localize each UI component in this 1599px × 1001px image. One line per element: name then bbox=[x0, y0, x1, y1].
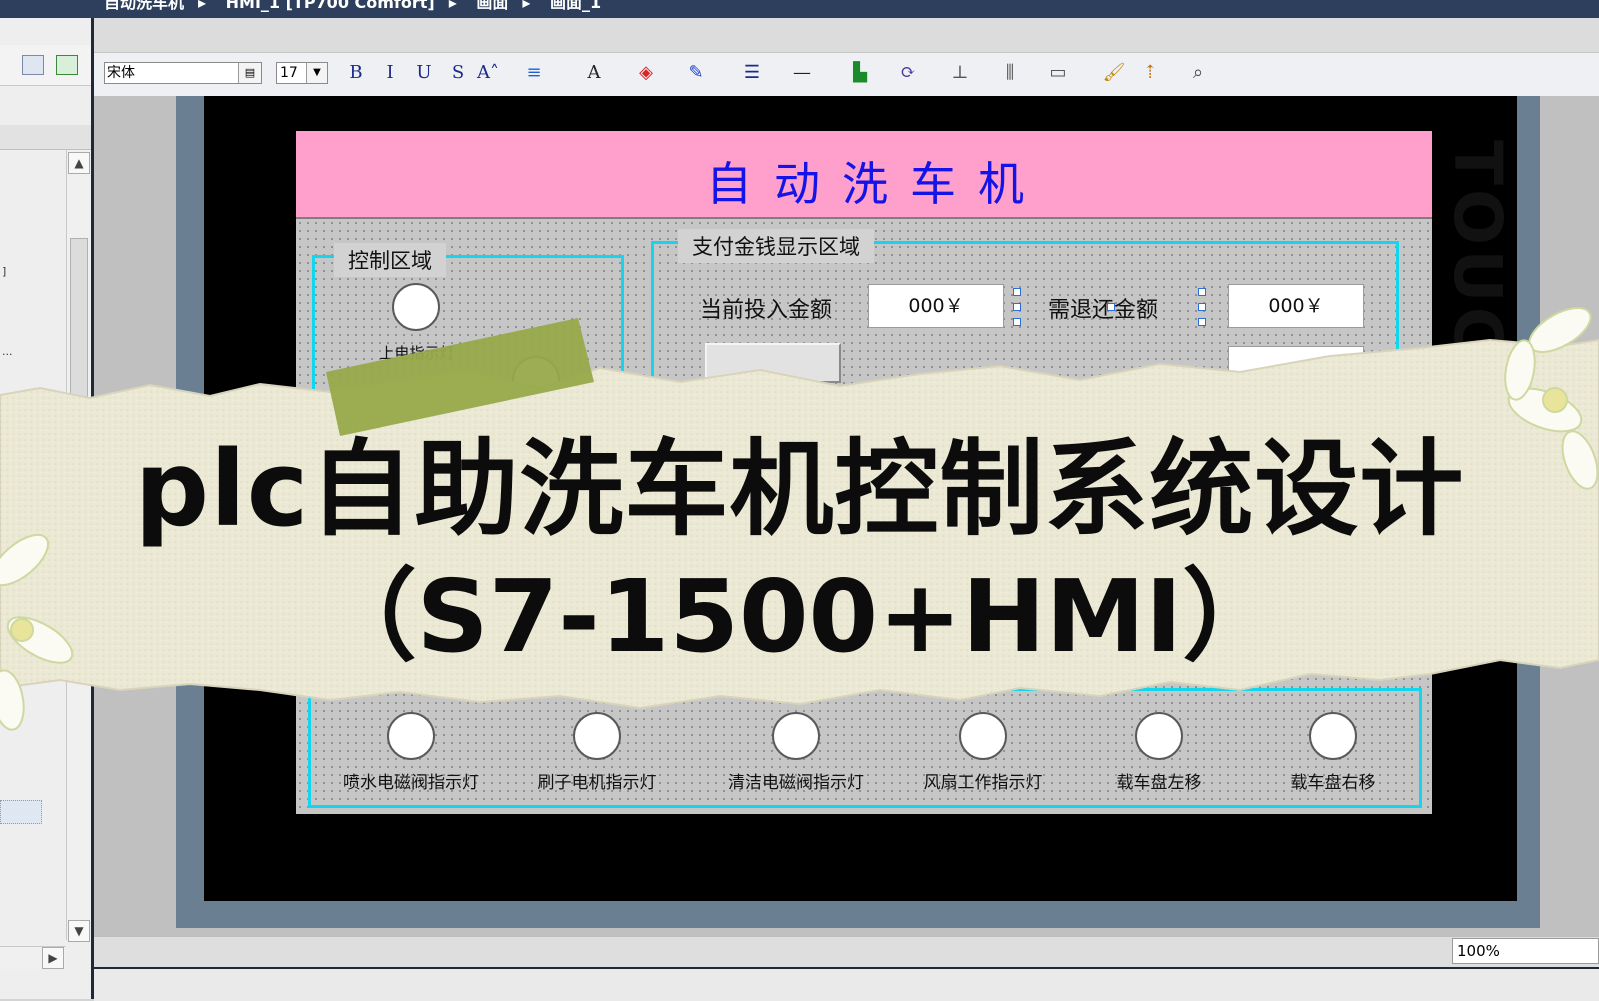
resize-handle[interactable] bbox=[1013, 303, 1021, 311]
font-color-icon[interactable]: A bbox=[580, 60, 608, 86]
scroll-right-icon[interactable]: ▶ bbox=[42, 947, 64, 969]
power-lamp-label[interactable]: 上电指示灯 bbox=[332, 342, 502, 363]
payment-button[interactable] bbox=[705, 343, 841, 383]
project-tree-toolbar bbox=[0, 45, 91, 86]
indicator-lamp[interactable] bbox=[573, 712, 621, 760]
indicator-lamp[interactable] bbox=[387, 712, 435, 760]
indicator-lamp-label[interactable]: 喷水电磁阀指示灯 bbox=[326, 768, 496, 793]
chevron-down-icon[interactable]: ▼ bbox=[306, 63, 327, 83]
font-family-value: 宋体 bbox=[107, 65, 135, 81]
tree-row-fragment: ... bbox=[2, 345, 13, 358]
bottom-panel-bar bbox=[94, 967, 1599, 1001]
font-grow-icon[interactable]: A˄ bbox=[474, 60, 502, 86]
breadcrumb-project[interactable]: 自动洗车机 bbox=[104, 0, 184, 12]
indicator-lamp-label[interactable]: 载车盘左移 bbox=[1074, 768, 1244, 793]
align-objects-icon[interactable]: ⊥ bbox=[946, 60, 974, 86]
project-tree-header bbox=[0, 125, 91, 150]
resize-handle[interactable] bbox=[1013, 288, 1021, 296]
tree-selected-row[interactable] bbox=[0, 800, 42, 824]
refund-amount-field[interactable]: 000￥ bbox=[1228, 284, 1364, 328]
italic-icon[interactable]: I bbox=[376, 60, 404, 86]
zoom-select-icon[interactable]: ⌕ bbox=[1184, 60, 1212, 86]
indicator-lamp-label[interactable]: 风扇工作指示灯 bbox=[898, 768, 1068, 793]
format-painter-icon[interactable]: 🖌 bbox=[1100, 60, 1128, 86]
payment-area-label[interactable]: 支付金钱显示区域 bbox=[678, 229, 874, 263]
refund-amount-label[interactable]: 需退还金额 bbox=[1048, 292, 1158, 324]
breadcrumb-screen[interactable]: 画面_1 bbox=[550, 0, 601, 12]
font-family-select[interactable]: 宋体 ▤ bbox=[104, 62, 262, 84]
hmi-title[interactable]: 自动洗车机 bbox=[296, 148, 1456, 214]
line-style-icon[interactable]: — bbox=[788, 60, 816, 86]
rotate-icon[interactable]: ⟳ bbox=[894, 60, 922, 86]
resize-handle[interactable] bbox=[1013, 318, 1021, 326]
font-size-select[interactable]: 17 ▼ bbox=[276, 62, 328, 84]
breadcrumb-screens[interactable]: 画面 bbox=[476, 0, 508, 12]
editor-tab-strip bbox=[94, 18, 1599, 53]
scroll-down-icon[interactable]: ▼ bbox=[68, 920, 90, 942]
resize-handle[interactable] bbox=[1107, 303, 1115, 311]
underline-icon[interactable]: U bbox=[410, 60, 438, 86]
count-field[interactable] bbox=[1228, 346, 1364, 376]
bold-icon[interactable]: B bbox=[342, 60, 370, 86]
current-amount-field[interactable]: 000￥ bbox=[868, 284, 1004, 328]
indicator-lamp-label[interactable]: 清洁电磁阀指示灯 bbox=[711, 768, 881, 793]
distribute-icon[interactable]: ⫼ bbox=[996, 60, 1024, 86]
scroll-up-icon[interactable]: ▲ bbox=[68, 152, 90, 174]
resize-handle[interactable] bbox=[1198, 288, 1206, 296]
tree-row-fragment: ] bbox=[2, 265, 7, 278]
font-size-value: 17 bbox=[280, 65, 298, 81]
overlay-subtitle: （S7-1500+HMI） bbox=[316, 558, 1283, 675]
table-view-icon[interactable] bbox=[22, 55, 44, 75]
indicator-lamp[interactable] bbox=[1135, 712, 1183, 760]
indicator-lamp-label[interactable]: 载车盘右移 bbox=[1248, 768, 1418, 793]
payment-area-frame[interactable] bbox=[651, 241, 1399, 431]
zoom-select[interactable]: 100% bbox=[1452, 938, 1599, 964]
breadcrumb-device[interactable]: HMI_1 [TP700 Comfort] bbox=[226, 0, 435, 12]
project-tree-hscrollbar[interactable]: ▶ bbox=[0, 946, 66, 969]
control-area-frame[interactable] bbox=[312, 255, 624, 425]
chevron-down-icon[interactable]: ▤ bbox=[238, 63, 261, 83]
control-lamp[interactable] bbox=[512, 356, 560, 404]
control-area-label[interactable]: 控制区域 bbox=[334, 243, 446, 277]
export-icon[interactable] bbox=[56, 55, 78, 75]
resize-handle[interactable] bbox=[1198, 318, 1206, 326]
window-title-bar: 自动洗车机 ▸ HMI_1 [TP700 Comfort] ▸ 画面 ▸ 画面_1 bbox=[0, 0, 1599, 18]
indicator-lamp[interactable] bbox=[1309, 712, 1357, 760]
current-amount-label[interactable]: 当前投入金额 bbox=[700, 292, 832, 324]
indicator-lamp[interactable] bbox=[959, 712, 1007, 760]
bring-front-icon[interactable]: ⇡ bbox=[1136, 60, 1164, 86]
strikethrough-icon[interactable]: S bbox=[444, 60, 472, 86]
power-lamp[interactable] bbox=[392, 283, 440, 331]
line-color-icon[interactable]: ✎ bbox=[682, 60, 710, 86]
breadcrumb: 自动洗车机 ▸ HMI_1 [TP700 Comfort] ▸ 画面 ▸ 画面_1 bbox=[104, 0, 615, 12]
status-bar bbox=[94, 936, 1599, 968]
layer-icon[interactable]: ▙ bbox=[846, 60, 874, 86]
align-icon[interactable]: ≡ bbox=[520, 60, 548, 86]
fill-color-icon[interactable]: ◈ bbox=[632, 60, 660, 86]
indicator-lamp[interactable] bbox=[772, 712, 820, 760]
resize-handle[interactable] bbox=[1198, 303, 1206, 311]
overlay-title: plc自助洗车机控制系统设计 bbox=[134, 428, 1465, 550]
same-size-icon[interactable]: ▭ bbox=[1044, 60, 1072, 86]
line-width-icon[interactable]: ☰ bbox=[738, 60, 766, 86]
indicator-lamp-label[interactable]: 刷子电机指示灯 bbox=[512, 768, 682, 793]
